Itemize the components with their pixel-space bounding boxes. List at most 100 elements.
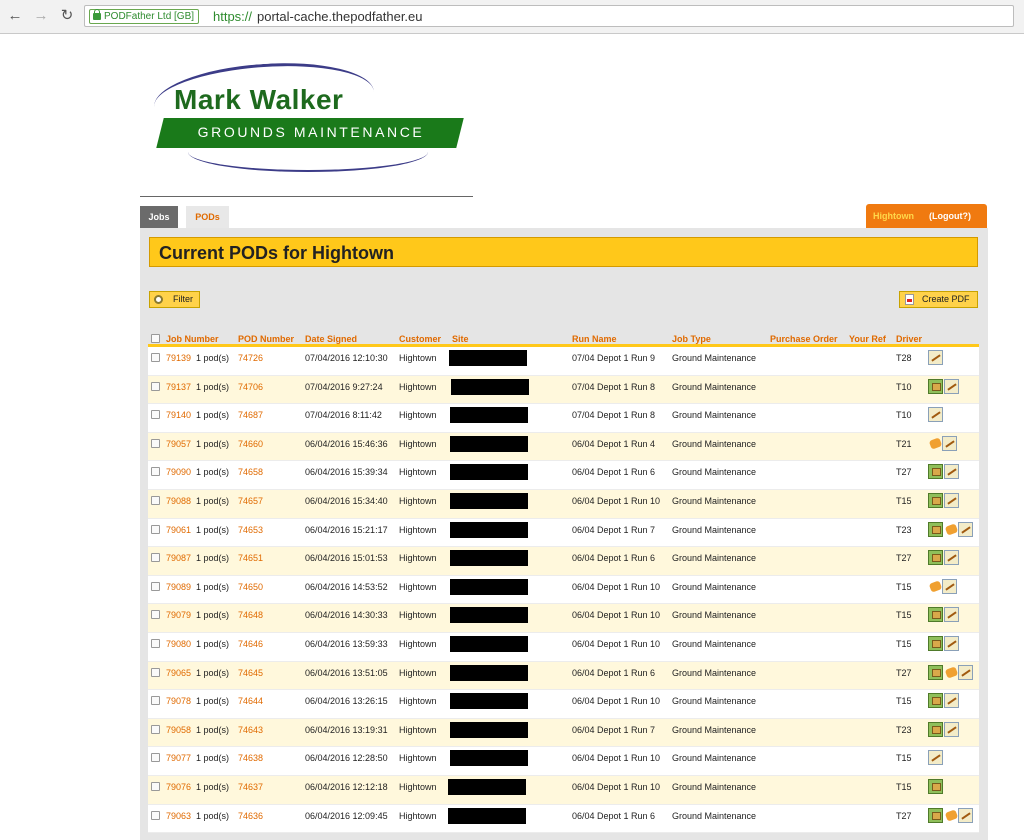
table-row[interactable]: 79139 1 pod(s) 74726 07/04/2016 12:10:30 Hig… xyxy=(148,347,979,376)
filter-button[interactable]: Filter xyxy=(149,291,200,308)
create-pdf-button[interactable]: Create PDF xyxy=(899,291,978,308)
signature-icon[interactable] xyxy=(944,607,959,623)
job-number-link[interactable]: 79077 xyxy=(166,752,191,764)
signature-icon[interactable] xyxy=(928,750,943,766)
column-header[interactable]: Job Number xyxy=(166,334,219,344)
column-header[interactable]: POD Number xyxy=(238,334,294,344)
pod-number-link[interactable]: 74648 xyxy=(238,609,263,621)
pod-number-link[interactable]: 74657 xyxy=(238,495,263,507)
pod-number-link[interactable]: 74687 xyxy=(238,409,263,421)
table-row[interactable]: 79063 1 pod(s) 74636 06/04/2016 12:09:45 Hig… xyxy=(148,804,979,834)
pod-number-link[interactable]: 74636 xyxy=(238,810,263,822)
row-checkbox[interactable] xyxy=(151,410,160,420)
row-checkbox[interactable] xyxy=(151,781,160,791)
job-number-link[interactable]: 79140 xyxy=(166,409,191,421)
row-checkbox[interactable] xyxy=(151,724,160,734)
table-row[interactable]: 79088 1 pod(s) 74657 06/04/2016 15:34:40 Hig… xyxy=(148,489,979,519)
table-row[interactable]: 79061 1 pod(s) 74653 06/04/2016 15:21:17 Hig… xyxy=(148,518,979,548)
table-row[interactable]: 79076 1 pod(s) 74637 06/04/2016 12:12:18 Hig… xyxy=(148,775,979,805)
signature-icon[interactable] xyxy=(944,464,959,480)
signature-icon[interactable] xyxy=(928,350,943,365)
photo-icon[interactable] xyxy=(928,778,943,794)
table-row[interactable]: 79089 1 pod(s) 74650 06/04/2016 14:53:52 Hig… xyxy=(148,575,979,605)
logout-link[interactable]: (Logout?) xyxy=(929,204,971,228)
job-number-link[interactable]: 79079 xyxy=(166,609,191,621)
table-row[interactable]: 79078 1 pod(s) 74644 06/04/2016 13:26:15 Hig… xyxy=(148,690,979,719)
pod-number-link[interactable]: 74660 xyxy=(238,438,263,450)
table-row[interactable]: 79077 1 pod(s) 74638 06/04/2016 12:28:50 Hig… xyxy=(148,747,979,776)
job-number-link[interactable]: 79139 xyxy=(166,352,191,364)
row-checkbox[interactable] xyxy=(151,638,160,648)
row-checkbox[interactable] xyxy=(151,696,160,706)
column-header[interactable]: Date Signed xyxy=(305,334,357,344)
photo-icon[interactable] xyxy=(928,807,943,823)
photo-icon[interactable] xyxy=(928,492,943,508)
signature-icon[interactable] xyxy=(958,807,973,823)
select-all-checkbox[interactable] xyxy=(151,334,160,343)
job-number-link[interactable]: 79137 xyxy=(166,381,191,393)
signature-icon[interactable] xyxy=(942,435,957,451)
column-header[interactable]: Site xyxy=(452,334,469,344)
table-row[interactable]: 79090 1 pod(s) 74658 06/04/2016 15:39:34 Hig… xyxy=(148,461,979,490)
forward-arrow-icon[interactable]: → xyxy=(32,7,50,25)
row-checkbox[interactable] xyxy=(151,524,160,534)
job-number-link[interactable]: 79061 xyxy=(166,524,191,536)
hand-icon[interactable] xyxy=(944,665,959,680)
column-header[interactable]: Purchase Order xyxy=(770,334,838,344)
pod-number-link[interactable]: 74650 xyxy=(238,581,263,593)
job-number-link[interactable]: 79076 xyxy=(166,781,191,793)
table-row[interactable]: 79065 1 pod(s) 74645 06/04/2016 13:51:05 Hig… xyxy=(148,661,979,691)
signature-icon[interactable] xyxy=(944,721,959,737)
pod-number-link[interactable]: 74637 xyxy=(238,781,263,793)
pod-number-link[interactable]: 74638 xyxy=(238,752,263,764)
job-number-link[interactable]: 79063 xyxy=(166,810,191,822)
photo-icon[interactable] xyxy=(928,464,943,480)
table-row[interactable]: 79080 1 pod(s) 74646 06/04/2016 13:59:33 Hig… xyxy=(148,632,979,662)
row-checkbox[interactable] xyxy=(151,553,160,563)
column-header[interactable]: Driver xyxy=(896,334,922,344)
job-number-link[interactable]: 79087 xyxy=(166,552,191,564)
signature-icon[interactable] xyxy=(944,635,959,651)
pod-number-link[interactable]: 74643 xyxy=(238,724,263,736)
row-checkbox[interactable] xyxy=(151,438,160,448)
column-header[interactable]: Customer xyxy=(399,334,441,344)
photo-icon[interactable] xyxy=(928,521,943,537)
photo-icon[interactable] xyxy=(928,721,943,737)
signature-icon[interactable] xyxy=(944,550,959,566)
job-number-link[interactable]: 79090 xyxy=(166,466,191,478)
pod-number-link[interactable]: 74658 xyxy=(238,466,263,478)
signature-icon[interactable] xyxy=(942,578,957,594)
row-checkbox[interactable] xyxy=(151,753,160,763)
job-number-link[interactable]: 79089 xyxy=(166,581,191,593)
signature-icon[interactable] xyxy=(928,407,943,423)
pod-number-link[interactable]: 74651 xyxy=(238,552,263,564)
pod-number-link[interactable]: 74653 xyxy=(238,524,263,536)
signature-icon[interactable] xyxy=(944,693,959,709)
address-bar[interactable]: PODFather Ltd [GB] https:// portal-cache… xyxy=(84,5,1014,27)
hand-icon[interactable] xyxy=(928,579,943,594)
photo-icon[interactable] xyxy=(928,550,943,566)
table-row[interactable]: 79087 1 pod(s) 74651 06/04/2016 15:01:53 Hig… xyxy=(148,547,979,576)
account-user[interactable]: Hightown xyxy=(873,204,914,228)
pod-number-link[interactable]: 74646 xyxy=(238,638,263,650)
pod-number-link[interactable]: 74706 xyxy=(238,381,263,393)
row-checkbox[interactable] xyxy=(151,467,160,477)
column-header[interactable]: Job Type xyxy=(672,334,711,344)
row-checkbox[interactable] xyxy=(151,353,160,362)
job-number-link[interactable]: 79088 xyxy=(166,495,191,507)
tab-pods[interactable]: PODs xyxy=(186,206,229,228)
photo-icon[interactable] xyxy=(928,378,943,394)
table-row[interactable]: 79058 1 pod(s) 74643 06/04/2016 13:19:31 Hig… xyxy=(148,718,979,748)
table-row[interactable]: 79057 1 pod(s) 74660 06/04/2016 15:46:36 Hig… xyxy=(148,432,979,462)
table-row[interactable]: 79137 1 pod(s) 74706 07/04/2016 9:27:24 High… xyxy=(148,375,979,405)
signature-icon[interactable] xyxy=(958,521,973,537)
photo-icon[interactable] xyxy=(928,635,943,651)
photo-icon[interactable] xyxy=(928,664,943,680)
table-row[interactable]: 79140 1 pod(s) 74687 07/04/2016 8:11:42 High… xyxy=(148,404,979,433)
job-number-link[interactable]: 79057 xyxy=(166,438,191,450)
row-checkbox[interactable] xyxy=(151,810,160,820)
hand-icon[interactable] xyxy=(928,436,943,451)
pod-number-link[interactable]: 74644 xyxy=(238,695,263,707)
table-row[interactable]: 79079 1 pod(s) 74648 06/04/2016 14:30:33 Hig… xyxy=(148,604,979,633)
column-header[interactable]: Run Name xyxy=(572,334,617,344)
